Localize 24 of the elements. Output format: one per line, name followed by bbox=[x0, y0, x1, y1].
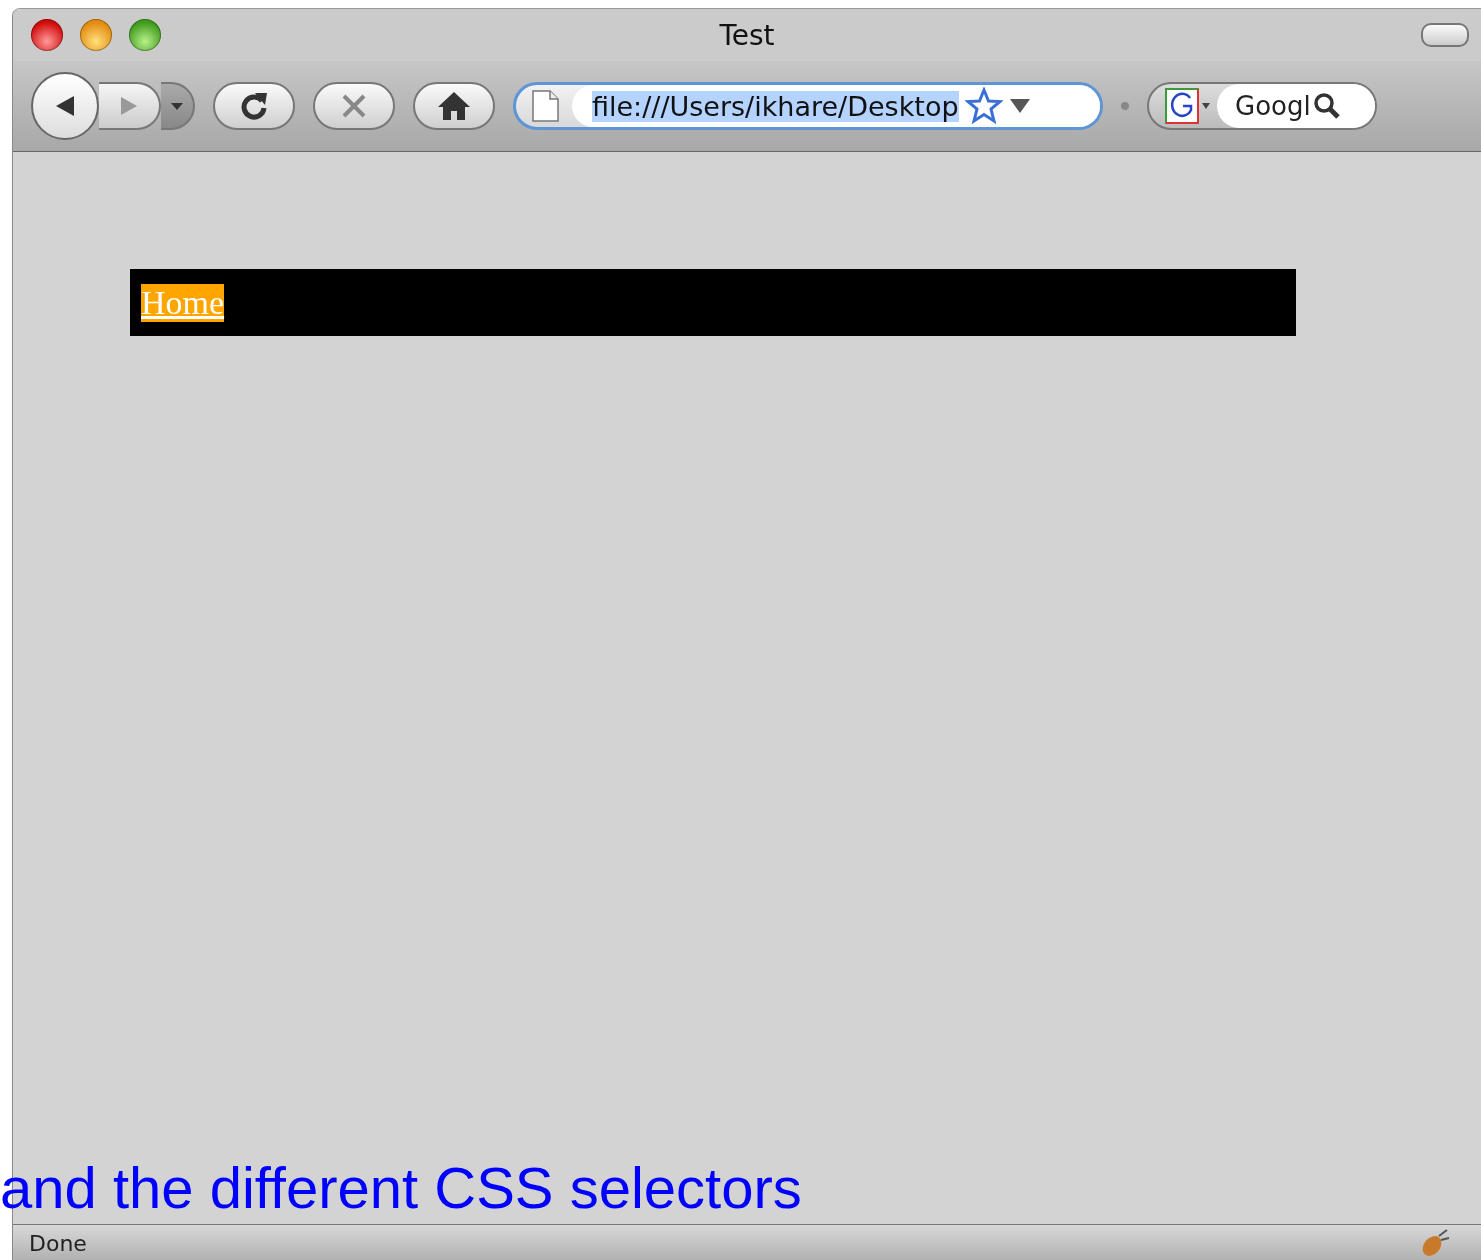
zoom-button[interactable] bbox=[129, 19, 161, 51]
caret-icon[interactable] bbox=[1008, 98, 1031, 114]
caption-text: and the different CSS selectors bbox=[0, 1156, 802, 1220]
resize-handle[interactable] bbox=[1121, 102, 1129, 110]
minimize-button[interactable] bbox=[80, 19, 112, 51]
status-text: Done bbox=[29, 1230, 87, 1256]
stop-button[interactable] bbox=[313, 82, 395, 130]
engine-icon[interactable] bbox=[1165, 88, 1211, 124]
history-dropdown-button[interactable] bbox=[161, 82, 195, 130]
search-field[interactable]: Googl bbox=[1147, 82, 1377, 130]
search-text: Googl bbox=[1235, 91, 1311, 121]
close-button[interactable] bbox=[31, 19, 63, 51]
address-bar[interactable]: file:///Users/ikhare/Desktop bbox=[513, 82, 1103, 130]
home-button[interactable] bbox=[413, 82, 495, 130]
forward-button[interactable] bbox=[99, 82, 161, 130]
reload-button[interactable] bbox=[213, 82, 295, 130]
search-icon[interactable] bbox=[1312, 92, 1341, 120]
caret-icon bbox=[170, 101, 184, 111]
window-title: Test bbox=[718, 18, 776, 52]
toolbar-toggle-button[interactable] bbox=[1421, 23, 1469, 47]
home-icon bbox=[437, 90, 471, 122]
page-icon bbox=[530, 89, 560, 123]
url-text: file:///Users/ikhare/Desktop bbox=[592, 90, 959, 122]
star-icon[interactable] bbox=[964, 87, 1003, 125]
